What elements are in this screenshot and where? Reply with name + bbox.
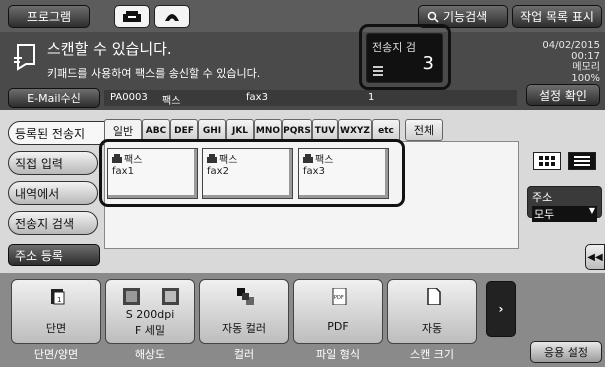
tab-general[interactable]: 일반 bbox=[104, 119, 142, 141]
color-label: 컬러 bbox=[233, 348, 255, 361]
document-icon bbox=[14, 44, 35, 71]
time-text: 00:17 bbox=[571, 51, 600, 62]
job-list-button[interactable]: 작업 목록 표시 bbox=[512, 5, 602, 28]
destination-search-label: 전송지 검색 bbox=[15, 216, 75, 231]
address-register-button[interactable]: 주소 등록 bbox=[8, 244, 100, 266]
file-type-button[interactable]: PDF PDF bbox=[293, 279, 383, 344]
pdf-file-icon: PDF bbox=[332, 288, 347, 305]
search-icon bbox=[427, 11, 439, 23]
grid-view-icon bbox=[539, 156, 555, 166]
function-search-label: 기능검색 bbox=[443, 10, 488, 24]
tab-all[interactable]: 전체 bbox=[405, 119, 443, 141]
scan-size-label: 스캔 크기 bbox=[410, 348, 454, 361]
chevron-down-icon: ▼ bbox=[588, 206, 595, 215]
tab-label: PQRS bbox=[283, 125, 311, 136]
scan-size-button[interactable]: 자동 bbox=[387, 279, 477, 344]
address-register-label: 주소 등록 bbox=[15, 248, 63, 263]
program-label: 프로그램 bbox=[26, 10, 72, 24]
chevron-right-icon: › bbox=[498, 302, 504, 316]
tab-ghi[interactable]: GHI bbox=[198, 119, 226, 141]
registered-destination-label: 등록된 전송지 bbox=[15, 126, 86, 141]
tab-label: TUV bbox=[314, 125, 336, 136]
fax-icon bbox=[123, 11, 141, 22]
simplex-icon: 1 bbox=[51, 289, 65, 305]
chevrons-left-icon: ◀◀ bbox=[587, 251, 603, 263]
address-filter-label: 주소 bbox=[532, 191, 553, 204]
email-receive-label: E-Mail수신 bbox=[27, 92, 81, 105]
program-button[interactable]: 프로그램 bbox=[8, 5, 90, 28]
tab-label: etc bbox=[378, 125, 394, 136]
destination-type: 팩스 bbox=[162, 96, 181, 107]
fax-mode-button[interactable] bbox=[114, 5, 150, 28]
direct-input-button[interactable]: 직접 입력 bbox=[8, 151, 98, 175]
destination-search-button[interactable]: 전송지 검색 bbox=[8, 211, 98, 235]
direct-input-label: 직접 입력 bbox=[15, 156, 63, 171]
tab-label: ABC bbox=[145, 125, 167, 136]
history-label: 내역에서 bbox=[15, 186, 60, 201]
date-text: 04/02/2015 bbox=[542, 40, 600, 51]
file-type-value: PDF bbox=[327, 320, 349, 333]
history-button[interactable]: 내역에서 bbox=[8, 181, 98, 205]
page-size-icon bbox=[427, 288, 441, 305]
job-list-label: 작업 목록 표시 bbox=[520, 10, 594, 24]
svg-text:PDF: PDF bbox=[334, 295, 344, 301]
application-settings-label: 응용 설정 bbox=[544, 346, 588, 359]
collapse-panel-button[interactable]: ◀◀ bbox=[585, 244, 605, 270]
address-filter[interactable]: 주소 모두 ▼ bbox=[527, 186, 602, 222]
tab-label: WXYZ bbox=[340, 125, 370, 136]
tab-abc[interactable]: ABC bbox=[142, 119, 170, 141]
tab-tuv[interactable]: TUV bbox=[312, 119, 338, 141]
destination-selection-highlight bbox=[99, 139, 405, 207]
memory-label: 메모리 bbox=[572, 62, 600, 73]
tab-label: 전체 bbox=[413, 124, 435, 137]
list-view-icon bbox=[574, 156, 590, 166]
tab-label: GHI bbox=[202, 125, 222, 136]
color-value: 자동 컬러 bbox=[222, 322, 266, 335]
memory-value: 100% bbox=[571, 73, 600, 84]
resolution-value: S 200dpi bbox=[125, 308, 175, 321]
resolution-icon bbox=[123, 288, 179, 305]
tab-def[interactable]: DEF bbox=[170, 119, 198, 141]
scan-size-value: 자동 bbox=[421, 322, 443, 335]
destination-count-highlight bbox=[359, 24, 451, 90]
tab-pqrs[interactable]: PQRS bbox=[282, 119, 312, 141]
address-filter-value: 모두 bbox=[534, 208, 555, 221]
next-functions-button[interactable]: › bbox=[486, 281, 516, 337]
simplex-duplex-label: 단면/양면 bbox=[33, 348, 79, 361]
simplex-duplex-button[interactable]: 1 단면 bbox=[11, 279, 101, 344]
destination-id: PA0003 bbox=[110, 92, 148, 103]
list-view-button[interactable] bbox=[568, 152, 596, 170]
destination-number: 1 bbox=[368, 92, 375, 103]
tab-label: MNO bbox=[255, 125, 281, 136]
phone-mode-button[interactable] bbox=[154, 5, 190, 28]
settings-confirm-label: 설정 확인 bbox=[539, 88, 587, 103]
tab-jkl[interactable]: JKL bbox=[226, 119, 254, 141]
selected-destination-row: PA0003 팩스 fax3 1 bbox=[104, 90, 517, 107]
resolution-label: 해상도 bbox=[134, 348, 166, 361]
status-message: 스캔할 수 있습니다. bbox=[47, 40, 172, 58]
tab-label: JKL bbox=[231, 125, 249, 136]
tab-mno[interactable]: MNO bbox=[254, 119, 282, 141]
resolution-sub: F 세밀 bbox=[134, 324, 166, 337]
registered-destination-button[interactable]: 등록된 전송지 bbox=[8, 121, 106, 145]
settings-confirm-button[interactable]: 설정 확인 bbox=[526, 84, 600, 106]
application-settings-button[interactable]: 응용 설정 bbox=[530, 341, 602, 363]
status-hint: 키패드를 사용하여 팩스를 송신할 수 있습니다. bbox=[47, 67, 261, 80]
color-button[interactable]: 자동 컬러 bbox=[199, 279, 289, 344]
resolution-button[interactable]: S 200dpi F 세밀 bbox=[105, 279, 195, 344]
tab-etc[interactable]: etc bbox=[372, 119, 400, 141]
screen: 프로그램 기능검색 작업 목록 표시 스캔할 수 있습니다. 키패드를 사용하여… bbox=[0, 0, 605, 367]
email-receive-button[interactable]: E-Mail수신 bbox=[8, 88, 100, 108]
file-type-label: 파일 형식 bbox=[316, 348, 360, 361]
tab-wxyz[interactable]: WXYZ bbox=[338, 119, 372, 141]
grid-view-button[interactable] bbox=[533, 152, 561, 170]
tab-label: 일반 bbox=[112, 124, 134, 138]
destination-name: fax3 bbox=[246, 92, 268, 103]
datetime-status: 04/02/2015 00:17 메모리 100% bbox=[520, 40, 600, 84]
phone-icon bbox=[165, 13, 179, 21]
color-icon bbox=[237, 288, 254, 305]
svg-text:1: 1 bbox=[57, 296, 61, 304]
simplex-value: 단면 bbox=[45, 322, 67, 335]
tab-label: DEF bbox=[174, 125, 194, 136]
